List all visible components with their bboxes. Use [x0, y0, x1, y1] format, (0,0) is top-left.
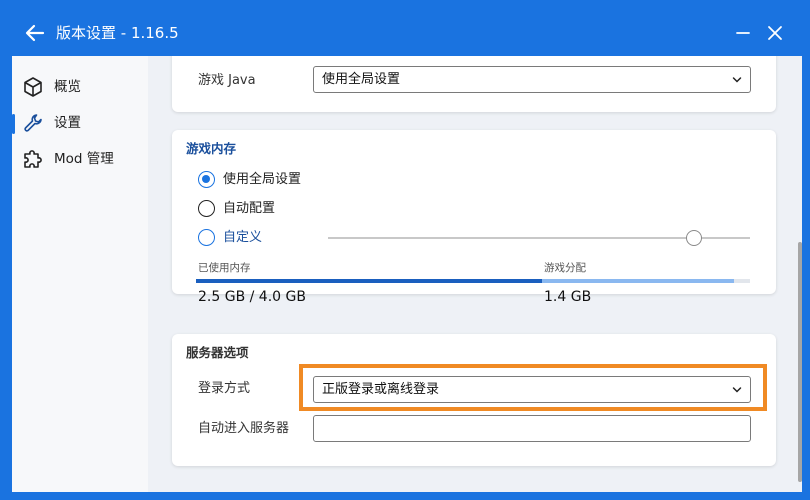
free-memory-bar	[734, 279, 750, 283]
java-select-value: 使用全局设置	[322, 72, 401, 87]
memory-card: 游戏内存 使用全局设置 自动配置 自定义 已使用内存 游戏分配 2.5 GB /…	[172, 130, 776, 305]
sidebar-item-settings[interactable]: 设置	[12, 105, 148, 141]
radio-label: 使用全局设置	[223, 172, 302, 187]
sidebar-item-label: 概览	[54, 79, 81, 95]
close-icon[interactable]	[764, 22, 786, 44]
puzzle-icon	[24, 150, 42, 168]
minimize-icon[interactable]	[732, 22, 754, 44]
radio-circle	[198, 229, 215, 246]
back-arrow-icon[interactable]	[24, 22, 46, 44]
sidebar-item-overview[interactable]: 概览	[12, 69, 148, 105]
sidebar-item-mod-manage[interactable]: Mod 管理	[12, 141, 148, 177]
java-select[interactable]: 使用全局设置	[313, 66, 751, 93]
radio-global-memory[interactable]: 使用全局设置	[198, 170, 398, 190]
login-method-value: 正版登录或离线登录	[322, 382, 440, 397]
login-method-label: 登录方式	[198, 381, 251, 396]
title-bar: 版本设置 - 1.16.5	[0, 0, 810, 64]
game-memory-bar	[542, 279, 734, 283]
used-memory-value: 2.5 GB / 4.0 GB	[198, 289, 306, 305]
game-memory-value: 1.4 GB	[544, 289, 592, 305]
memory-title: 游戏内存	[186, 141, 237, 156]
wrench-icon	[24, 114, 42, 132]
server-title: 服务器选项	[186, 345, 249, 360]
sidebar-item-label: Mod 管理	[54, 151, 114, 167]
chevron-down-icon	[732, 77, 742, 83]
settings-panel: 游戏 Java 使用全局设置 游戏内存 使用全局设置 自动配置 自定义 已使用内…	[148, 56, 802, 492]
sidebar: 概览 设置 Mod 管理	[12, 56, 148, 492]
scrollbar-track	[796, 56, 802, 492]
cube-icon	[24, 77, 42, 97]
game-memory-label: 游戏分配	[544, 262, 586, 274]
app-window: 版本设置 - 1.16.5 概览 设置 Mod 管理 游戏 Java 使用全局设…	[0, 0, 810, 500]
window-title: 版本设置 - 1.16.5	[56, 24, 179, 42]
login-method-select[interactable]: 正版登录或离线登录	[313, 376, 751, 403]
sidebar-item-label: 设置	[54, 115, 81, 131]
auto-join-label: 自动进入服务器	[198, 421, 290, 436]
content-area: 概览 设置 Mod 管理 游戏 Java 使用全局设置 游戏内存 使用全局设置 …	[12, 56, 802, 492]
java-label: 游戏 Java	[198, 73, 256, 88]
memory-slider-thumb[interactable]	[686, 230, 702, 246]
radio-circle	[198, 171, 215, 188]
radio-circle	[198, 200, 215, 217]
auto-join-server-input[interactable]	[313, 415, 751, 442]
used-memory-label: 已使用内存	[198, 262, 251, 274]
used-memory-bar	[196, 279, 542, 283]
server-card: 服务器选项 登录方式 正版登录或离线登录 自动进入服务器	[172, 334, 776, 466]
radio-auto-memory[interactable]: 自动配置	[198, 199, 398, 219]
radio-label: 自动配置	[223, 201, 276, 216]
scrollbar-thumb[interactable]	[798, 242, 802, 482]
chevron-down-icon	[732, 387, 742, 393]
java-card: 游戏 Java 使用全局设置	[172, 56, 776, 112]
radio-label: 自定义	[223, 230, 263, 245]
